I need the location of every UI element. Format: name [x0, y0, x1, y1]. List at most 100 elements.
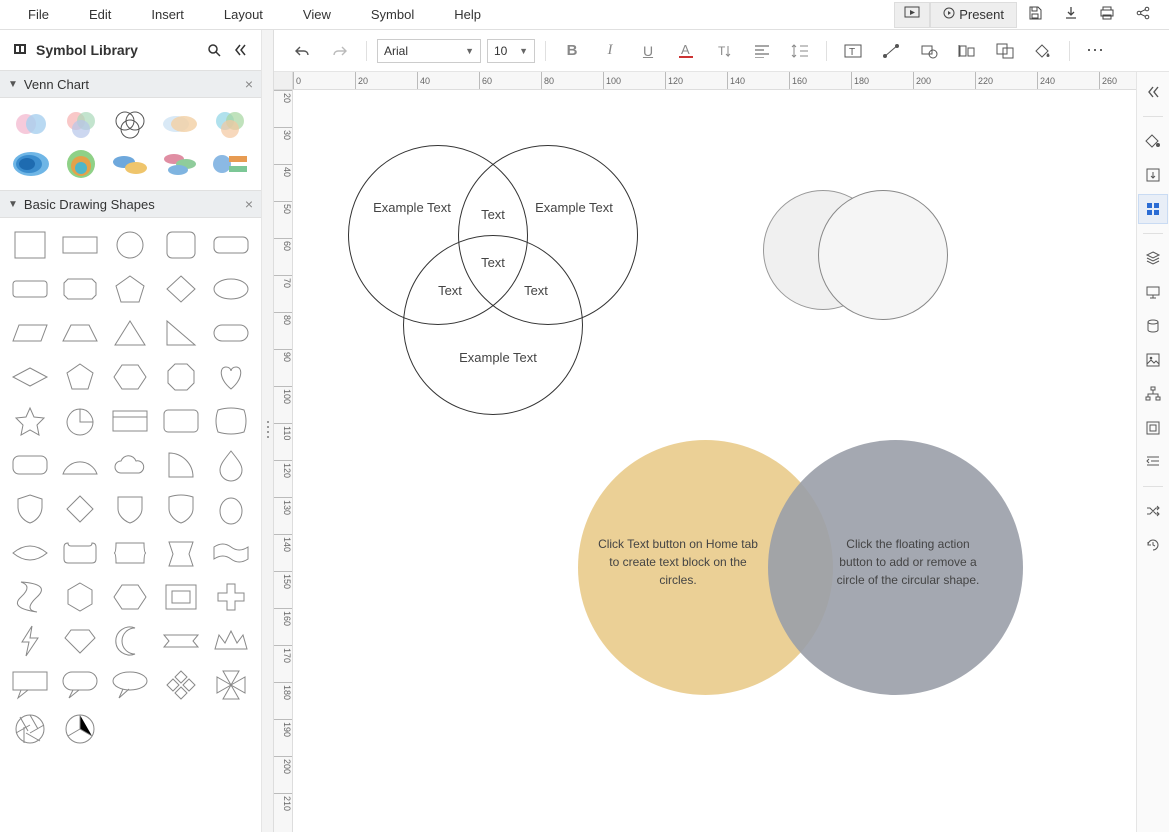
shape-speech-round[interactable] [58, 666, 102, 704]
shape-pentagon[interactable] [108, 270, 152, 308]
grid-tool-button[interactable] [1139, 195, 1167, 223]
paragraph-tool-button[interactable] [1139, 448, 1167, 476]
shuffle-tool-button[interactable] [1139, 497, 1167, 525]
shape-crown[interactable] [209, 622, 253, 660]
shape-lightning[interactable] [8, 622, 52, 660]
history-tool-button[interactable] [1139, 531, 1167, 559]
shape-speech-rect[interactable] [8, 666, 52, 704]
menu-symbol[interactable]: Symbol [351, 3, 434, 26]
shape-ellipse[interactable] [209, 270, 253, 308]
font-size-select[interactable]: 10▼ [487, 39, 535, 63]
shape-parallelogram[interactable] [8, 314, 52, 352]
shape-card[interactable] [108, 402, 152, 440]
align-left-button[interactable] [746, 37, 778, 65]
shape-frame[interactable] [159, 578, 203, 616]
shape-bracket[interactable] [108, 534, 152, 572]
shape-pillow[interactable] [209, 402, 253, 440]
venn-shape-nested-blue[interactable] [8, 146, 54, 182]
shape-rounded-square[interactable] [159, 226, 203, 264]
shape-drop[interactable] [209, 446, 253, 484]
shape-rounded-rect3[interactable] [8, 446, 52, 484]
shape-shield3[interactable] [159, 490, 203, 528]
shape-chord[interactable] [58, 446, 102, 484]
shape-ribbon[interactable] [159, 622, 203, 660]
panel-resize-handle[interactable] [262, 30, 274, 832]
venn-shape-2circle-pink-blue[interactable] [8, 106, 54, 142]
shape-quarter[interactable] [159, 446, 203, 484]
shape-right-triangle[interactable] [159, 314, 203, 352]
shape-hexagon2[interactable] [108, 578, 152, 616]
shape-capsule[interactable] [209, 314, 253, 352]
database-tool-button[interactable] [1139, 312, 1167, 340]
align-objects-button[interactable] [951, 37, 983, 65]
venn-color-text-left[interactable]: Click Text button on Home tab to create … [598, 535, 758, 589]
menu-layout[interactable]: Layout [204, 3, 283, 26]
shape-square[interactable] [8, 226, 52, 264]
shape-shield2[interactable] [108, 490, 152, 528]
image-tool-button[interactable] [1139, 346, 1167, 374]
venn-gray-circle-right[interactable] [818, 190, 948, 320]
shape-teardrop[interactable] [58, 402, 102, 440]
venn-color-text-right[interactable]: Click the floating action button to add … [828, 535, 988, 589]
venn-shape-ovals-3[interactable] [157, 146, 203, 182]
shape-wave[interactable] [8, 578, 52, 616]
shape-shield[interactable] [8, 490, 52, 528]
group-button[interactable] [989, 37, 1021, 65]
venn-label-abc[interactable]: Text [463, 255, 523, 270]
shape-4diamond[interactable] [159, 666, 203, 704]
connector-button[interactable] [875, 37, 907, 65]
venn-label-a[interactable]: Example Text [372, 200, 452, 215]
menu-insert[interactable]: Insert [131, 3, 204, 26]
venn-label-ac[interactable]: Text [420, 283, 480, 298]
venn-shape-ellipse-pair[interactable] [157, 106, 203, 142]
accordion-basic-shapes[interactable]: ▼ Basic Drawing Shapes × [0, 190, 261, 218]
venn-shape-ovals-stack[interactable] [108, 146, 154, 182]
venn-2circle-colored[interactable]: Click Text button on Home tab to create … [578, 440, 1018, 700]
fill-button[interactable] [1027, 37, 1059, 65]
redo-button[interactable] [324, 37, 356, 65]
present-button[interactable]: Present [930, 2, 1017, 28]
shape-trapezoid[interactable] [58, 314, 102, 352]
print-button[interactable] [1089, 2, 1125, 28]
undo-button[interactable] [286, 37, 318, 65]
shape-rectangle[interactable] [58, 226, 102, 264]
shape-rounded-rect[interactable] [209, 226, 253, 264]
shape-speech-oval[interactable] [108, 666, 152, 704]
shape-diamond[interactable] [159, 270, 203, 308]
download-button[interactable] [1053, 2, 1089, 28]
shape-plaque[interactable] [58, 534, 102, 572]
shape-rounded-rect2[interactable] [8, 270, 52, 308]
shape-rounded-card[interactable] [159, 402, 203, 440]
shape-star[interactable] [8, 402, 52, 440]
close-section-button[interactable]: × [245, 76, 253, 92]
shape-egg[interactable] [209, 490, 253, 528]
sitemap-tool-button[interactable] [1139, 380, 1167, 408]
presentation-tool-button[interactable] [1139, 278, 1167, 306]
bold-button[interactable]: B [556, 37, 588, 65]
underline-button[interactable]: U [632, 37, 664, 65]
shape-plus[interactable] [209, 578, 253, 616]
font-family-select[interactable]: Arial▼ [377, 39, 481, 63]
slideshow-button[interactable] [894, 2, 930, 28]
venn-shape-onion-green[interactable] [58, 146, 104, 182]
shape-pentagon2[interactable] [58, 358, 102, 396]
frame-tool-button[interactable] [1139, 414, 1167, 442]
venn-label-c[interactable]: Example Text [453, 350, 543, 365]
shape-hexagon[interactable] [108, 358, 152, 396]
shape-rhombus[interactable] [8, 358, 52, 396]
menu-view[interactable]: View [283, 3, 351, 26]
venn-shape-3circle-outline[interactable] [108, 106, 154, 142]
more-tools-button[interactable]: ⋯ [1080, 37, 1112, 65]
line-spacing-button[interactable] [784, 37, 816, 65]
shape-insert-button[interactable] [913, 37, 945, 65]
export-tool-button[interactable] [1139, 161, 1167, 189]
venn-label-b[interactable]: Example Text [534, 200, 614, 215]
shape-lens[interactable] [8, 534, 52, 572]
collapse-left-panel-button[interactable] [231, 41, 249, 59]
shape-wave-flag[interactable] [209, 534, 253, 572]
text-orientation-button[interactable]: T [708, 37, 740, 65]
save-button[interactable] [1017, 2, 1053, 28]
shape-cloud[interactable] [108, 446, 152, 484]
share-button[interactable] [1125, 2, 1161, 28]
menu-help[interactable]: Help [434, 3, 501, 26]
